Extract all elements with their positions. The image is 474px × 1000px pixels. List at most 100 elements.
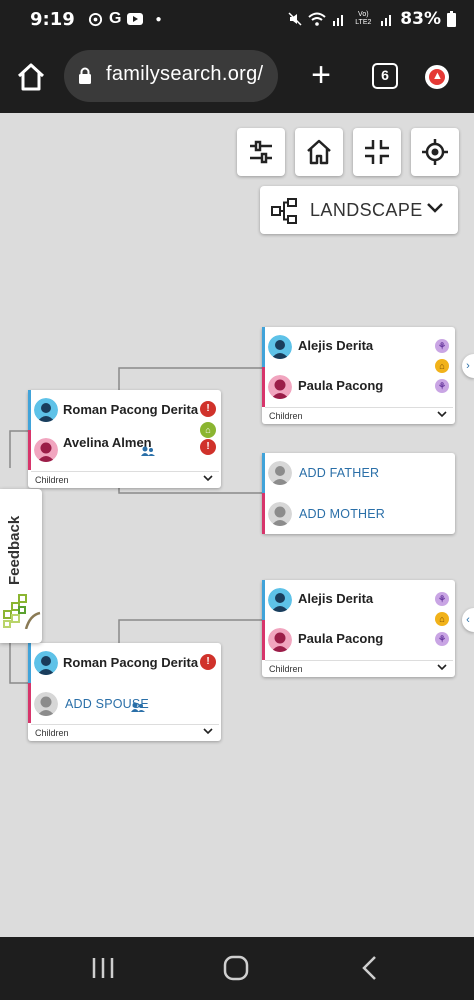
- orientation-label: LANDSCAPE: [310, 200, 423, 220]
- female-bar: [262, 367, 265, 407]
- youtube-icon: [127, 13, 144, 25]
- battery-percent: 83%: [400, 9, 441, 29]
- familysearch-tree-icon: [3, 594, 41, 629]
- male-bar: [28, 390, 31, 430]
- children-label: Children: [269, 664, 303, 674]
- person-name[interactable]: Alejis Derita: [298, 591, 373, 606]
- second-couple-card[interactable]: Roman Pacong Derita ADD SPOUSE ! Childre…: [28, 643, 221, 741]
- male-avatar: [268, 588, 292, 612]
- collapse-button[interactable]: [353, 128, 401, 176]
- system-icons: Vo) LTE2 83%: [288, 9, 456, 29]
- children-dropdown[interactable]: Children: [265, 407, 453, 424]
- alert-icon[interactable]: !: [200, 401, 216, 417]
- wifi-icon: [308, 12, 326, 26]
- alert-icon[interactable]: !: [200, 654, 216, 670]
- dot-icon: ●: [155, 13, 162, 25]
- unknown-avatar: [34, 692, 58, 716]
- chevron-down-icon: [437, 664, 447, 671]
- female-bar: [28, 430, 31, 470]
- browser-toolbar: familysearch.org/ + 6 ▲: [0, 40, 474, 113]
- sliders-icon: [250, 140, 272, 164]
- sync-icon: [88, 12, 103, 26]
- android-nav-bar: [0, 937, 474, 1000]
- add-mother-link[interactable]: ADD MOTHER: [299, 507, 385, 521]
- browser-home-icon[interactable]: [16, 62, 46, 92]
- home-nav-icon[interactable]: [223, 955, 249, 981]
- children-label: Children: [269, 411, 303, 421]
- record-hint-icon[interactable]: ⌂: [435, 612, 449, 626]
- children-label: Children: [35, 728, 69, 738]
- tree-home-button[interactable]: [295, 128, 343, 176]
- chevron-down-icon: [203, 728, 213, 735]
- male-bar: [262, 327, 265, 367]
- home-icon: [307, 139, 331, 165]
- person-name[interactable]: Paula Pacong: [298, 631, 383, 646]
- alert-icon[interactable]: !: [200, 439, 216, 455]
- female-avatar: [34, 438, 58, 462]
- temple-icon[interactable]: ⚘: [435, 339, 449, 353]
- network-label: Vo) LTE2: [355, 11, 372, 26]
- children-dropdown[interactable]: Children: [31, 724, 219, 741]
- children-dropdown[interactable]: Children: [265, 660, 453, 677]
- recent-apps-icon[interactable]: [90, 955, 116, 981]
- person-name[interactable]: Paula Pacong: [298, 378, 383, 393]
- male-avatar: [268, 335, 292, 359]
- male-bar: [28, 643, 31, 683]
- chevron-down-icon: [427, 203, 443, 213]
- children-dropdown[interactable]: Children: [31, 471, 219, 488]
- tree-canvas[interactable]: LANDSCAPE Alejis Derita Paula Pacong ⚘ ⌂…: [0, 113, 474, 937]
- temple-icon[interactable]: ⚘: [435, 379, 449, 393]
- person-name[interactable]: Avelina Almen: [63, 435, 152, 450]
- female-avatar: [268, 375, 292, 399]
- add-father-link[interactable]: ADD FATHER: [299, 466, 379, 480]
- clock: 9:19: [30, 9, 75, 30]
- female-bar: [262, 493, 265, 534]
- male-bar: [262, 453, 265, 493]
- female-bar: [262, 620, 265, 660]
- new-tab-button[interactable]: +: [304, 58, 338, 92]
- feedback-tab[interactable]: Feedback: [0, 489, 42, 643]
- person-name[interactable]: Roman Pacong Derita: [63, 402, 198, 417]
- unknown-avatar: [268, 502, 292, 526]
- spouse-icon[interactable]: [131, 702, 145, 712]
- temple-icon[interactable]: ⚘: [435, 632, 449, 646]
- recenter-button[interactable]: [411, 128, 459, 176]
- add-parents-card[interactable]: ADD FATHER ADD MOTHER: [262, 453, 455, 534]
- settings-button[interactable]: [237, 128, 285, 176]
- person-name[interactable]: Roman Pacong Derita: [63, 655, 198, 670]
- signal-icon-2: [381, 15, 392, 26]
- female-bar: [28, 683, 31, 723]
- address-bar[interactable]: familysearch.org/: [64, 50, 278, 102]
- spouse-icon[interactable]: [141, 446, 155, 456]
- parents-card-top[interactable]: Alejis Derita Paula Pacong ⚘ ⌂ ⚘ Childre…: [262, 327, 455, 424]
- person-name[interactable]: Alejis Derita: [298, 338, 373, 353]
- signal-icon: [333, 15, 344, 26]
- chevron-down-icon: [437, 411, 447, 418]
- male-avatar: [34, 398, 58, 422]
- battery-icon: [447, 11, 456, 27]
- children-label: Children: [35, 475, 69, 485]
- google-icon: G: [109, 10, 122, 27]
- record-hint-icon[interactable]: ⌂: [200, 422, 216, 438]
- feedback-label: Feedback: [6, 515, 23, 585]
- tab-switcher-button[interactable]: 6: [372, 63, 398, 89]
- notification-icons: G ●: [88, 10, 162, 28]
- focus-couple-card[interactable]: Roman Pacong Derita Avelina Almen ! ⌂ ! …: [28, 390, 221, 488]
- chevron-down-icon: [203, 475, 213, 482]
- url-text[interactable]: familysearch.org/: [106, 63, 278, 86]
- temple-icon[interactable]: ⚘: [435, 592, 449, 606]
- browser-update-icon[interactable]: ▲: [425, 65, 449, 89]
- tree-layout-icon: [271, 198, 297, 224]
- mute-icon: [288, 12, 302, 26]
- back-icon[interactable]: [357, 955, 383, 981]
- parents-card-bottom[interactable]: Alejis Derita Paula Pacong ⚘ ⌂ ⚘ Childre…: [262, 580, 455, 677]
- collapse-icon: [365, 140, 389, 164]
- male-avatar: [34, 651, 58, 675]
- record-hint-icon[interactable]: ⌂: [435, 359, 449, 373]
- status-bar: 9:19 G ● Vo) LTE2 83%: [0, 0, 474, 40]
- crosshair-icon: [422, 139, 448, 165]
- male-bar: [262, 580, 265, 620]
- unknown-avatar: [268, 461, 292, 485]
- orientation-dropdown[interactable]: LANDSCAPE: [260, 186, 458, 234]
- female-avatar: [268, 628, 292, 652]
